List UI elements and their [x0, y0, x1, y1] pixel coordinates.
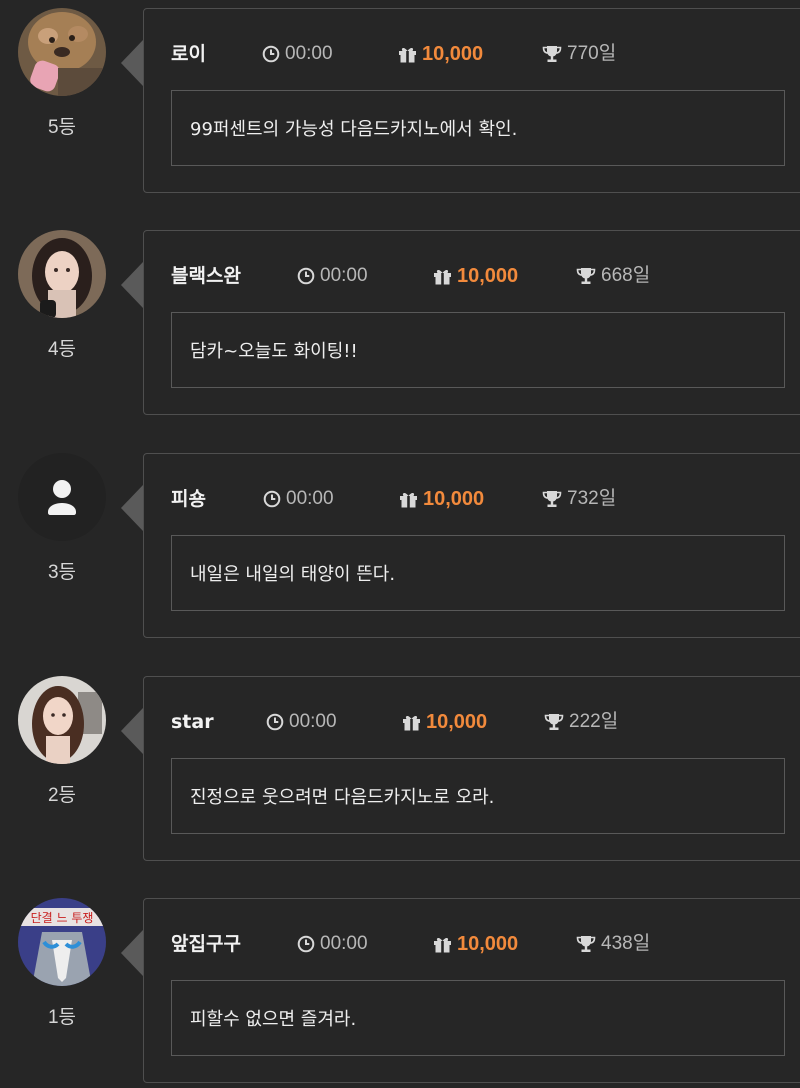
comment-row: 5등 로이 00:00 10,000 770일 99퍼센트의 가능성 다음드카지… — [0, 8, 800, 198]
gift-icon — [433, 267, 452, 285]
gift-info: 10,000 — [399, 486, 484, 512]
message-text: 99퍼센트의 가능성 다음드카지노에서 확인. — [190, 119, 518, 140]
gift-icon — [402, 713, 421, 731]
streak-info: 438일 — [576, 931, 650, 957]
comment-card: 앞집구구 00:00 10,000 438일 피할수 없으면 즐겨라. — [143, 898, 800, 1083]
gift-icon — [399, 490, 418, 508]
time-value: 00:00 — [320, 265, 368, 286]
gift-amount: 10,000 — [422, 43, 484, 65]
rank-label: 2등 — [47, 785, 77, 806]
comment-row: 3등 피숑 00:00 10,000 732일 내일은 내일의 태양이 뜬다. — [0, 453, 800, 643]
rank-label: 3등 — [47, 562, 77, 583]
comment-card: 로이 00:00 10,000 770일 99퍼센트의 가능성 다음드카지노에서… — [143, 8, 800, 193]
nickname[interactable]: 피숑 — [171, 486, 206, 512]
nickname[interactable]: 앞집구구 — [171, 931, 241, 957]
message-box: 진정으로 웃으려면 다음드카지노로 오라. — [171, 758, 785, 834]
message-box: 99퍼센트의 가능성 다음드카지노에서 확인. — [171, 90, 785, 166]
comment-meta: 로이 00:00 10,000 770일 — [144, 41, 784, 67]
trophy-icon — [544, 713, 564, 731]
streak-days: 770일 — [567, 43, 617, 64]
avatar[interactable] — [18, 230, 106, 318]
message-box: 피할수 없으면 즐겨라. — [171, 980, 785, 1056]
rank-label: 4등 — [47, 339, 77, 360]
time-value: 00:00 — [320, 933, 368, 954]
time-info: 00:00 — [262, 41, 333, 67]
streak-days: 222일 — [569, 711, 619, 732]
comment-meta: star 00:00 10,000 222일 — [144, 709, 784, 735]
card-pointer — [121, 40, 143, 86]
time-info: 00:00 — [297, 931, 368, 957]
clock-icon — [262, 45, 280, 63]
rank-label: 1등 — [47, 1007, 77, 1028]
avatar-caption: 단결 느 투쟁 — [31, 911, 94, 925]
comment-meta: 피숑 00:00 10,000 732일 — [144, 486, 784, 512]
gift-amount: 10,000 — [457, 265, 519, 287]
rank-label: 5등 — [47, 117, 77, 138]
card-pointer — [121, 485, 143, 531]
comment-row: 단결 느 투쟁 1등 앞집구구 00:00 10,000 438일 피할수 없으… — [0, 898, 800, 1088]
card-pointer — [121, 708, 143, 754]
gift-info: 10,000 — [398, 41, 483, 67]
avatar[interactable]: 단결 느 투쟁 — [18, 898, 106, 986]
clock-icon — [297, 267, 315, 285]
gift-icon — [398, 45, 417, 63]
clock-icon — [266, 713, 284, 731]
comment-meta: 블랙스완 00:00 10,000 668일 — [144, 263, 784, 289]
gift-amount: 10,000 — [423, 488, 485, 510]
comment-row: 2등 star 00:00 10,000 222일 진정으로 웃으려면 다음드카… — [0, 676, 800, 866]
time-info: 00:00 — [266, 709, 337, 735]
streak-days: 438일 — [601, 933, 651, 954]
gift-info: 10,000 — [402, 709, 487, 735]
time-info: 00:00 — [297, 263, 368, 289]
message-text: 내일은 내일의 태양이 뜬다. — [190, 564, 396, 585]
trophy-icon — [576, 935, 596, 953]
streak-days: 732일 — [567, 488, 617, 509]
streak-info: 770일 — [542, 41, 616, 67]
message-box: 담카~오늘도 화이팅!! — [171, 312, 785, 388]
streak-info: 732일 — [542, 486, 616, 512]
comment-card: 블랙스완 00:00 10,000 668일 담카~오늘도 화이팅!! — [143, 230, 800, 415]
comment-card: star 00:00 10,000 222일 진정으로 웃으려면 다음드카지노로… — [143, 676, 800, 861]
time-value: 00:00 — [286, 488, 334, 509]
default-user-icon — [48, 480, 76, 515]
gift-amount: 10,000 — [457, 933, 519, 955]
nickname[interactable]: star — [171, 709, 214, 735]
message-box: 내일은 내일의 태양이 뜬다. — [171, 535, 785, 611]
card-pointer — [121, 262, 143, 308]
streak-days: 668일 — [601, 265, 651, 286]
avatar[interactable] — [18, 8, 106, 96]
message-text: 피할수 없으면 즐겨라. — [190, 1009, 357, 1030]
streak-info: 668일 — [576, 263, 650, 289]
comment-card: 피숑 00:00 10,000 732일 내일은 내일의 태양이 뜬다. — [143, 453, 800, 638]
comment-meta: 앞집구구 00:00 10,000 438일 — [144, 931, 784, 957]
clock-icon — [263, 490, 281, 508]
clock-icon — [297, 935, 315, 953]
time-value: 00:00 — [289, 711, 337, 732]
comment-row: 4등 블랙스완 00:00 10,000 668일 담카~오늘도 화이팅!! — [0, 230, 800, 420]
nickname[interactable]: 로이 — [171, 41, 206, 67]
avatar[interactable] — [18, 676, 106, 764]
time-value: 00:00 — [285, 43, 333, 64]
trophy-icon — [576, 267, 596, 285]
avatar[interactable] — [18, 453, 106, 541]
gift-icon — [433, 935, 452, 953]
time-info: 00:00 — [263, 486, 334, 512]
card-pointer — [121, 930, 143, 976]
message-text: 담카~오늘도 화이팅!! — [190, 341, 358, 362]
trophy-icon — [542, 490, 562, 508]
message-text: 진정으로 웃으려면 다음드카지노로 오라. — [190, 787, 495, 808]
gift-info: 10,000 — [433, 931, 518, 957]
gift-info: 10,000 — [433, 263, 518, 289]
streak-info: 222일 — [544, 709, 618, 735]
trophy-icon — [542, 45, 562, 63]
nickname[interactable]: 블랙스완 — [171, 263, 241, 289]
gift-amount: 10,000 — [426, 711, 488, 733]
